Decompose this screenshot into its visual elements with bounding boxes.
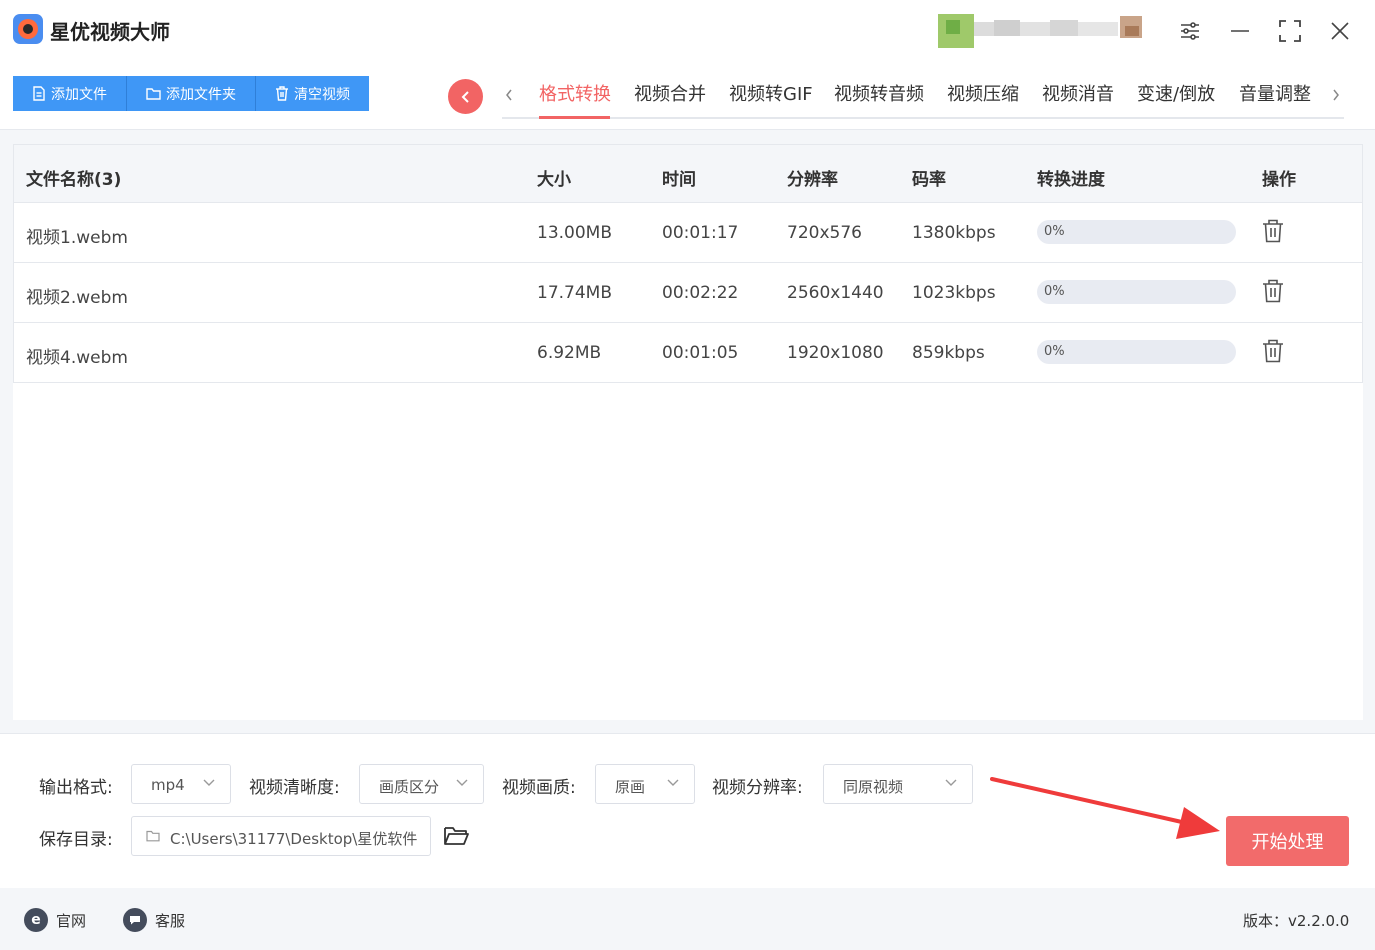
resolution-label: 视频分辨率: — [712, 778, 803, 798]
cell-time: 00:01:17 — [662, 223, 739, 243]
tabs-divider — [502, 117, 1344, 119]
col-header-time: 时间 — [662, 170, 696, 190]
save-dir-label: 保存目录: — [39, 830, 113, 850]
tab-video-mute[interactable]: 视频消音 — [1042, 80, 1114, 106]
delete-row-icon[interactable] — [1262, 279, 1284, 307]
chevron-left-icon — [461, 90, 469, 103]
tab-volume-adjust[interactable]: 音量调整 — [1239, 80, 1311, 106]
tab-video-compress[interactable]: 视频压缩 — [947, 80, 1019, 106]
cell-size: 17.74MB — [537, 283, 612, 303]
settings-sliders-icon[interactable] — [1175, 16, 1205, 46]
chat-bubble-icon — [123, 908, 147, 932]
active-tab-indicator — [539, 116, 610, 119]
save-dir-input[interactable]: C:\Users\31177\Desktop\星优软件 — [131, 816, 431, 856]
tabs-scroll-left-icon[interactable] — [501, 85, 517, 105]
table-row[interactable]: 视频4.webm 6.92MB 00:01:05 1920x1080 859kb… — [13, 323, 1363, 383]
trash-icon — [276, 86, 288, 101]
toolbar: 添加文件 添加文件夹 清空视频 格式转换 视频合并 视频转GIF 视频转音频 视… — [0, 62, 1375, 130]
delete-row-icon[interactable] — [1262, 339, 1284, 367]
close-icon[interactable] — [1325, 16, 1355, 46]
progress-text: 0% — [1044, 284, 1065, 299]
tab-speed-reverse[interactable]: 变速/倒放 — [1137, 80, 1215, 106]
quality-select[interactable]: 原画 — [595, 764, 695, 804]
progress-bar: 0% — [1037, 280, 1236, 304]
col-header-action: 操作 — [1262, 170, 1296, 190]
chevron-down-icon — [945, 779, 957, 786]
open-folder-icon[interactable] — [443, 825, 470, 851]
chevron-down-icon — [667, 779, 679, 786]
table-header: 文件名称(3) 大小 时间 分辨率 码率 转换进度 操作 — [13, 144, 1363, 203]
cell-name: 视频2.webm — [26, 288, 128, 308]
chevron-down-icon — [203, 779, 215, 786]
version-label: 版本：v2.2.0.0 — [1243, 912, 1350, 930]
back-button[interactable] — [448, 79, 483, 114]
output-format-label: 输出格式: — [39, 778, 113, 798]
delete-row-icon[interactable] — [1262, 219, 1284, 247]
folder-icon — [146, 88, 161, 100]
tabs-scroll-right-icon[interactable] — [1328, 85, 1344, 105]
col-header-progress: 转换进度 — [1037, 170, 1105, 190]
cell-bitrate: 1380kbps — [912, 223, 996, 243]
tab-video-to-audio[interactable]: 视频转音频 — [834, 80, 924, 106]
tab-bar: 格式转换 视频合并 视频转GIF 视频转音频 视频压缩 视频消音 变速/倒放 音… — [523, 80, 1323, 120]
tab-format-convert[interactable]: 格式转换 — [539, 80, 611, 106]
cell-time: 00:02:22 — [662, 283, 739, 303]
clarity-select[interactable]: 画质区分 — [359, 764, 484, 804]
progress-bar: 0% — [1037, 340, 1236, 364]
cell-name: 视频4.webm — [26, 348, 128, 368]
app-logo-icon — [13, 14, 43, 44]
tab-video-to-gif[interactable]: 视频转GIF — [729, 80, 813, 106]
cell-resolution: 1920x1080 — [787, 343, 884, 363]
maximize-icon[interactable] — [1275, 16, 1305, 46]
cell-size: 13.00MB — [537, 223, 612, 243]
minimize-icon[interactable] — [1225, 16, 1255, 46]
user-avatar[interactable] — [930, 14, 1155, 48]
file-table: 文件名称(3) 大小 时间 分辨率 码率 转换进度 操作 视频1.webm 13… — [13, 144, 1363, 720]
progress-bar: 0% — [1037, 220, 1236, 244]
app-title: 星优视频大师 — [50, 20, 170, 44]
col-header-resolution: 分辨率 — [787, 170, 838, 190]
website-link[interactable]: e 官网 — [24, 908, 86, 932]
add-file-button[interactable]: 添加文件 — [13, 76, 127, 111]
cell-name: 视频1.webm — [26, 228, 128, 248]
folder-small-icon — [146, 830, 160, 842]
tab-video-merge[interactable]: 视频合并 — [634, 80, 706, 106]
clear-video-button[interactable]: 清空视频 — [256, 76, 369, 111]
add-folder-button[interactable]: 添加文件夹 — [127, 76, 256, 111]
ie-browser-icon: e — [24, 908, 48, 932]
progress-text: 0% — [1044, 344, 1065, 359]
cell-resolution: 720x576 — [787, 223, 862, 243]
cell-resolution: 2560x1440 — [787, 283, 884, 303]
table-row[interactable]: 视频2.webm 17.74MB 00:02:22 2560x1440 1023… — [13, 263, 1363, 323]
title-bar: 星优视频大师 — [0, 0, 1375, 62]
cell-bitrate: 859kbps — [912, 343, 985, 363]
clarity-label: 视频清晰度: — [249, 778, 340, 798]
file-button-group: 添加文件 添加文件夹 清空视频 — [13, 76, 369, 111]
col-header-bitrate: 码率 — [912, 170, 946, 190]
resolution-select[interactable]: 同原视频 — [823, 764, 973, 804]
col-header-size: 大小 — [537, 170, 571, 190]
footer: e 官网 客服 版本：v2.2.0.0 — [0, 888, 1375, 950]
cell-size: 6.92MB — [537, 343, 602, 363]
table-row[interactable]: 视频1.webm 13.00MB 00:01:17 720x576 1380kb… — [13, 203, 1363, 263]
cell-bitrate: 1023kbps — [912, 283, 996, 303]
file-icon — [33, 86, 45, 101]
cell-time: 00:01:05 — [662, 343, 739, 363]
col-header-name: 文件名称(3) — [26, 170, 122, 190]
support-link[interactable]: 客服 — [123, 908, 185, 932]
chevron-down-icon — [456, 779, 468, 786]
start-processing-button[interactable]: 开始处理 — [1226, 816, 1349, 866]
quality-label: 视频画质: — [502, 778, 576, 798]
progress-text: 0% — [1044, 224, 1065, 239]
annotation-arrow — [990, 777, 1220, 839]
output-format-select[interactable]: mp4 — [131, 764, 231, 804]
